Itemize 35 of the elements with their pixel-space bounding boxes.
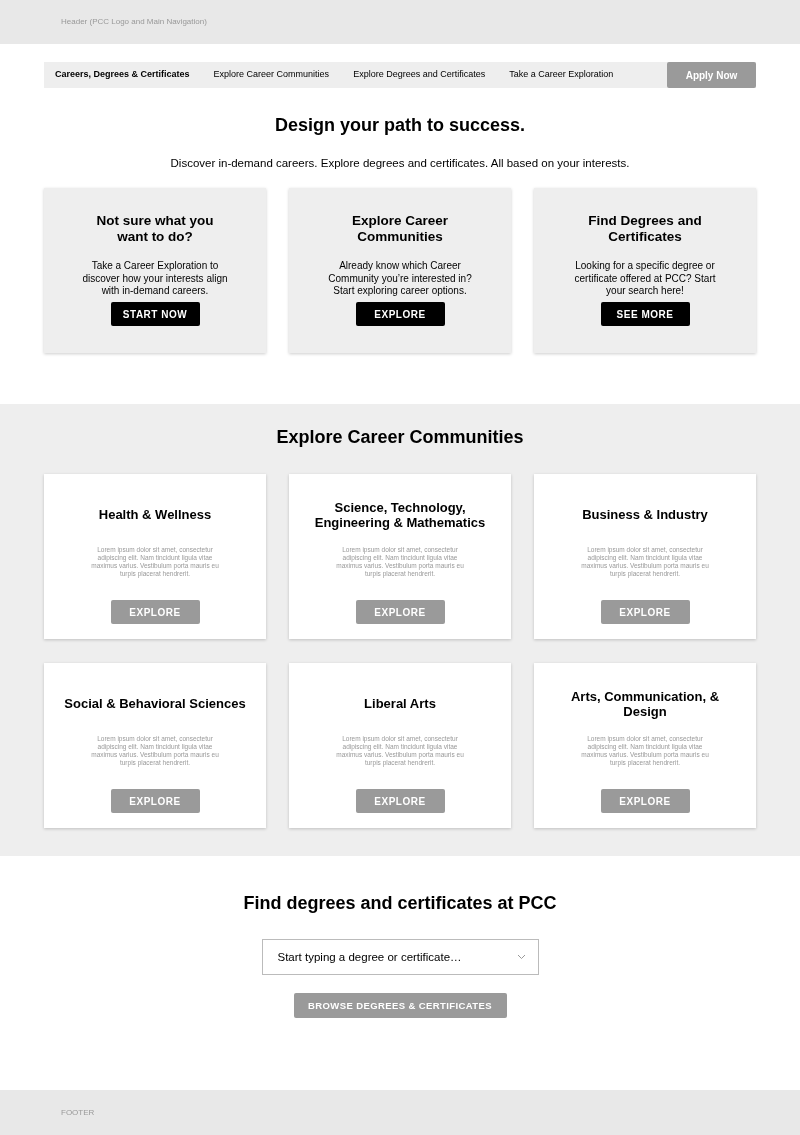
- card-button[interactable]: START NOW: [110, 302, 200, 327]
- subnav-link[interactable]: Take a Career Exploration: [509, 68, 614, 82]
- section-heading: Explore Career Communities: [275, 426, 525, 450]
- subnav-link[interactable]: Explore Career Communities: [213, 68, 330, 82]
- section-heading: Find degrees and certificates at PCC: [242, 892, 558, 916]
- card-title: Find Degrees and Certificates: [587, 212, 703, 247]
- card-title: Social & Behavioral Sciences: [64, 695, 246, 714]
- card-text: Already know which Career Community you’re interested in? Start exploring career options.: [327, 260, 473, 299]
- card-title: Health & Wellness: [98, 506, 212, 525]
- explore-button[interactable]: EXPLORE: [600, 600, 690, 625]
- apply-now-button[interactable]: Apply Now: [667, 62, 756, 88]
- card-title: Explore Career Communities: [350, 212, 450, 247]
- footer-placeholder-text: FOOTER: [61, 1106, 95, 1119]
- chevron-down-icon: [516, 954, 526, 961]
- card-text: Take a Career Exploration to discover how your interests align with in-demand careers.: [81, 260, 229, 299]
- explore-button[interactable]: EXPLORE: [355, 789, 445, 814]
- card-title: Liberal Arts: [364, 695, 436, 714]
- subnav-link[interactable]: Explore Degrees and Certificates: [353, 68, 486, 82]
- card-title: Arts, Communication, & Design: [569, 687, 721, 722]
- card-button[interactable]: EXPLORE: [355, 302, 445, 327]
- explore-button[interactable]: EXPLORE: [600, 789, 690, 814]
- card-button[interactable]: SEE MORE: [600, 302, 690, 327]
- hero-heading: Design your path to success.: [273, 114, 527, 137]
- explore-button[interactable]: EXPLORE: [110, 789, 200, 814]
- hero-subtitle: Discover in-demand careers. Explore degrees and certificates. All based on your interests.: [169, 156, 631, 171]
- explore-button[interactable]: EXPLORE: [355, 600, 445, 625]
- header-placeholder-text: Header (PCC Logo and Main Navigation): [61, 16, 207, 28]
- degree-search-field[interactable]: Start typing a degree or certificate…: [261, 939, 539, 976]
- browse-button[interactable]: BROWSE DEGREES & CERTIFICATES: [293, 993, 507, 1019]
- card-title: Science, Technology, Engineering & Mathematics: [313, 498, 487, 533]
- card-text: Looking for a specific degree or certificate offered at PCC? Start your search here!: [573, 260, 717, 299]
- explore-button[interactable]: EXPLORE: [110, 600, 200, 625]
- card-title: Business & Industry: [582, 506, 708, 525]
- subnav-link[interactable]: Careers, Degrees & Certificates: [55, 68, 190, 82]
- card-title: Not sure what you want to do?: [95, 212, 215, 247]
